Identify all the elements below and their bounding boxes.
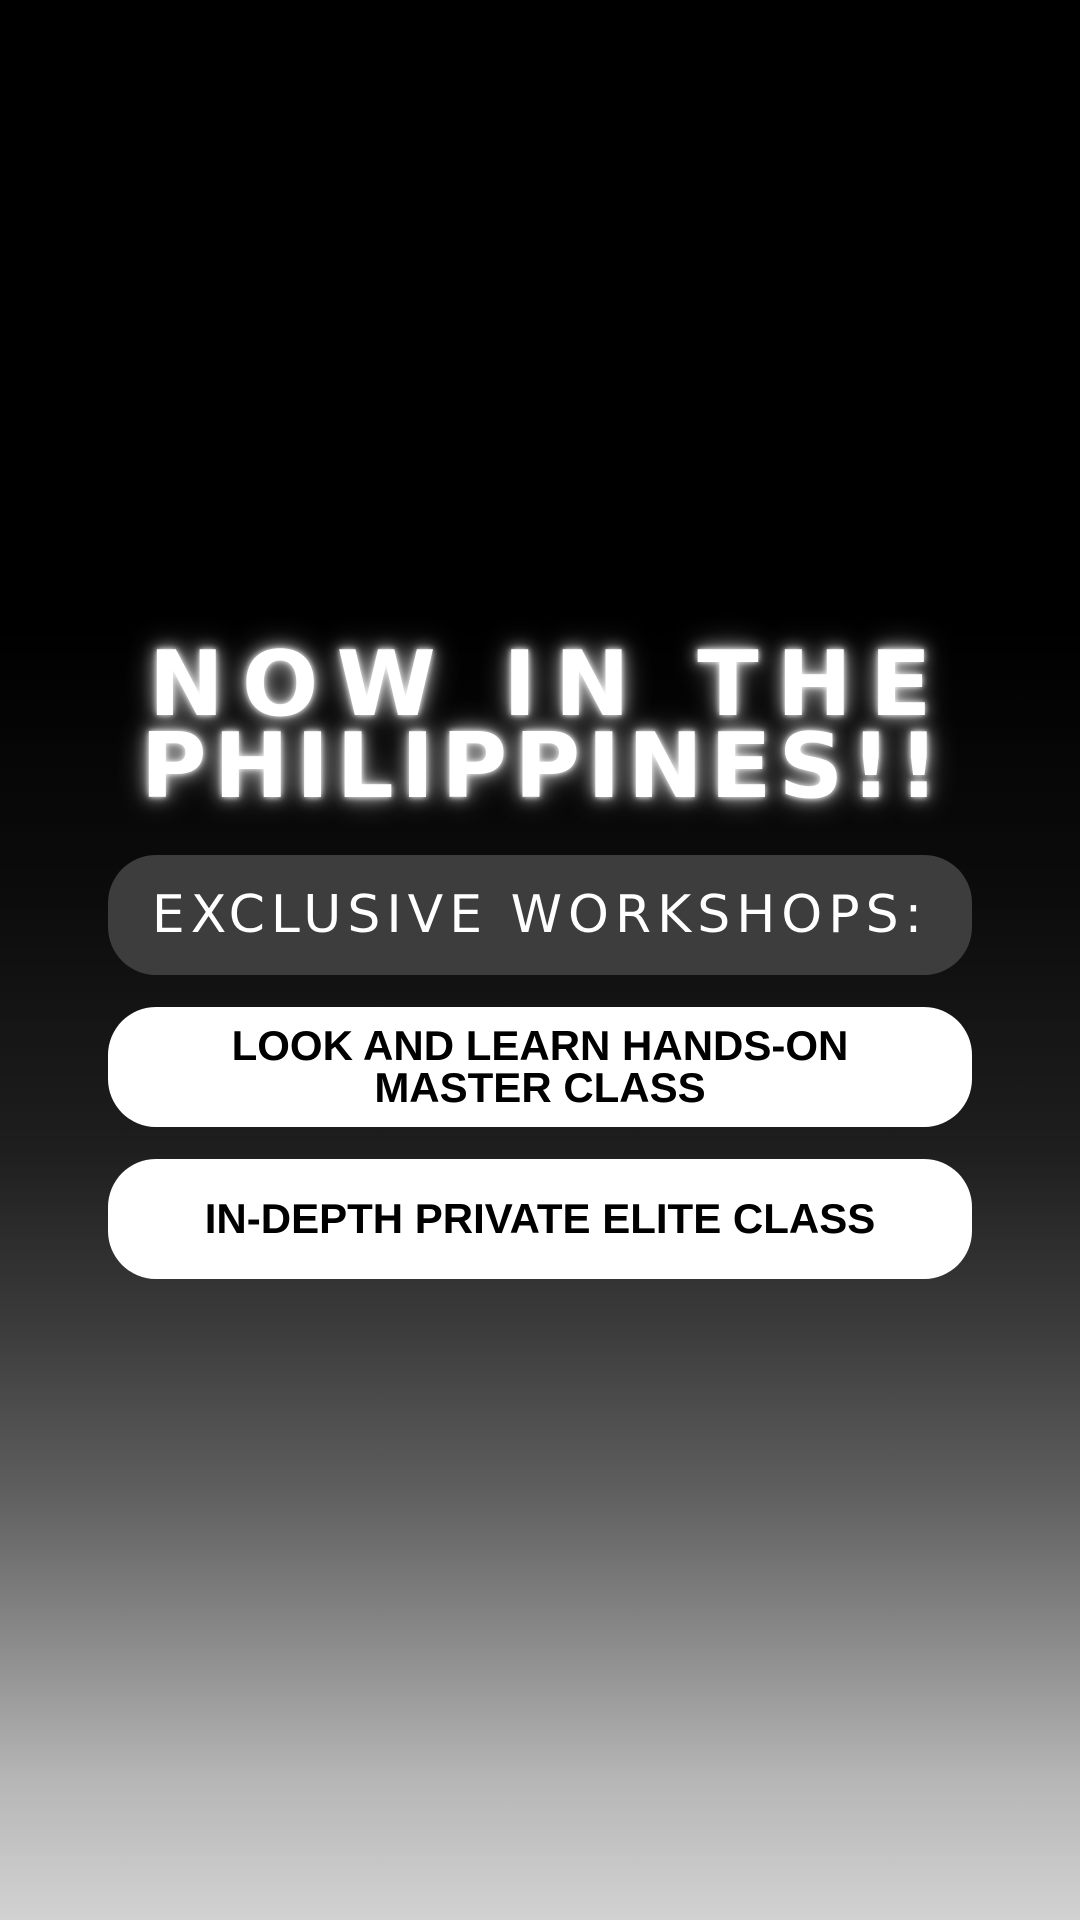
workshop-item-master-class: LOOK AND LEARN HANDS-ON MASTER CLASS (108, 1007, 972, 1127)
workshop-item-elite-class: IN-DEPTH PRIVATE ELITE CLASS (108, 1159, 972, 1279)
workshop-item-label: LOOK AND LEARN HANDS-ON MASTER CLASS (231, 1022, 849, 1111)
workshop-item-label: IN-DEPTH PRIVATE ELITE CLASS (204, 1195, 876, 1242)
headline-line-1: NOW IN THE (148, 632, 950, 737)
workshops-heading-label: EXCLUSIVE WORKSHOPS: (151, 885, 929, 945)
headline-line-2: PHILIPPINES!! (140, 714, 947, 819)
headline: NOW IN THE PHILIPPINES!! (0, 632, 1080, 819)
workshops-heading: EXCLUSIVE WORKSHOPS: (108, 855, 972, 975)
